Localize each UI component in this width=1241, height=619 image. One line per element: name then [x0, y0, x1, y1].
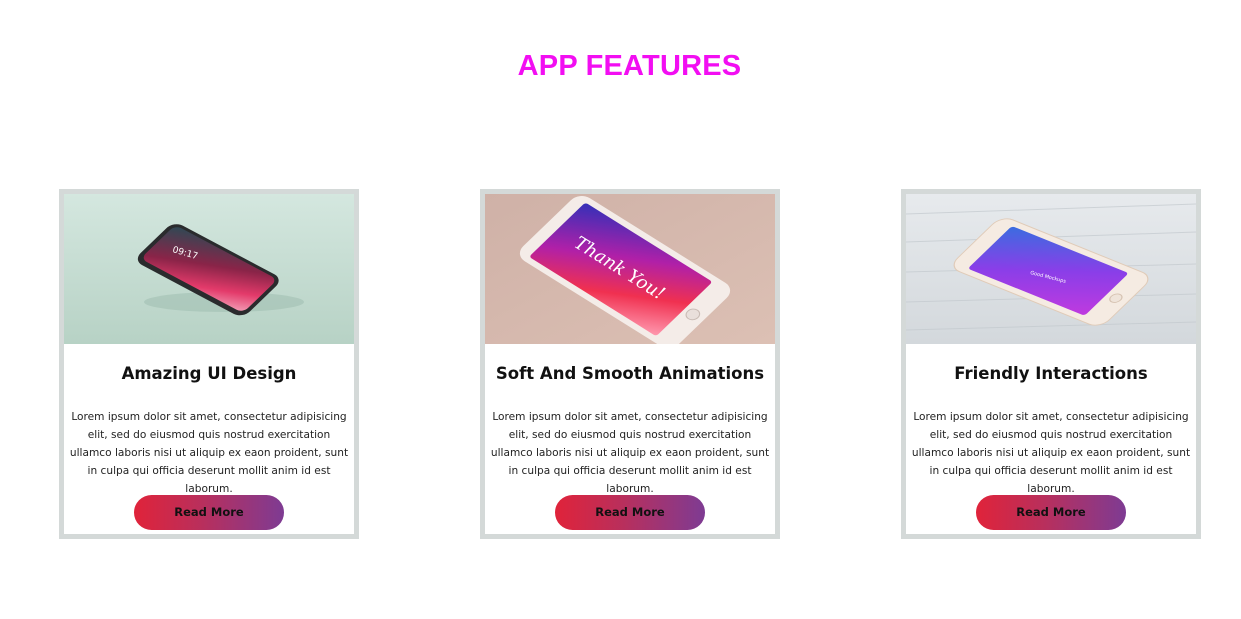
read-more-button[interactable]: Read More: [555, 495, 705, 530]
card-title: Soft And Smooth Animations: [495, 364, 765, 383]
card-image-phone-rose: Thank You!: [485, 194, 775, 344]
read-more-button[interactable]: Read More: [134, 495, 284, 530]
card-title: Amazing UI Design: [121, 364, 297, 383]
features-section: APP FEATURES 09:17 Amazing UI Design Lor…: [0, 0, 1241, 619]
card-title: Friendly Interactions: [954, 364, 1148, 383]
feature-card-3: Good Mockups Friendly Interactions Lorem…: [901, 189, 1201, 539]
card-image-phone-dark: 09:17: [64, 194, 354, 344]
read-more-button[interactable]: Read More: [976, 495, 1126, 530]
card-description: Lorem ipsum dolor sit amet, consectetur …: [490, 411, 770, 495]
section-title: APP FEATURES: [517, 50, 742, 82]
feature-card-2: Thank You! Soft And Smooth Animations Lo…: [480, 189, 780, 539]
feature-card-1: 09:17 Amazing UI Design Lorem ipsum dolo…: [59, 189, 359, 539]
card-description: Lorem ipsum dolor sit amet, consectetur …: [69, 411, 349, 495]
card-image-phone-gold: Good Mockups: [906, 194, 1196, 344]
card-description: Lorem ipsum dolor sit amet, consectetur …: [911, 411, 1191, 495]
